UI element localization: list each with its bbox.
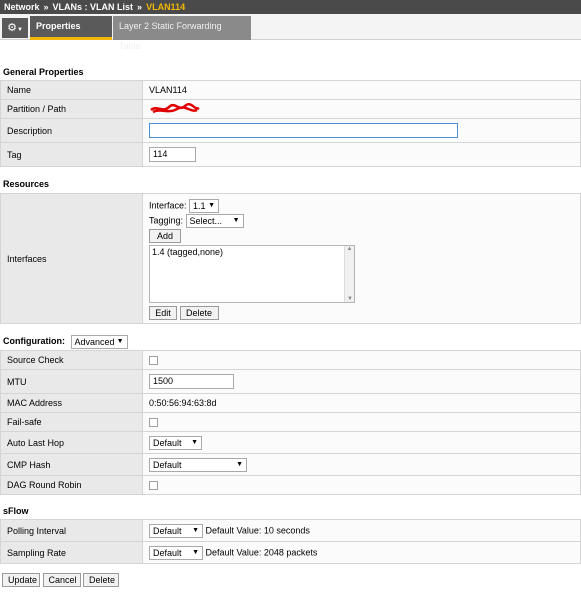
tag-label: Tag [0,142,143,167]
scroll-up-icon: ▲ [346,246,353,252]
mac-address-value: 0:50:56:94:63:8d [142,393,581,413]
description-input[interactable] [149,123,458,138]
partition-value [142,99,581,119]
partition-label: Partition / Path [0,99,143,119]
sflow-title: sFlow [3,506,29,516]
tagging-select[interactable]: Select... ▼ [185,214,244,228]
breadcrumb-separator: » [137,2,143,12]
list-scrollbar[interactable]: ▲ ▼ [344,246,354,302]
auto-last-hop-label: Auto Last Hop [0,431,143,454]
description-label: Description [0,118,143,143]
auto-last-hop-select[interactable]: Default ▼ [149,435,202,450]
mtu-label: MTU [0,369,143,394]
configuration-table: Source Check MTU 1500 MAC Address 0:50:5… [0,350,581,495]
cancel-button[interactable]: Cancel [42,573,81,587]
failsafe-checkbox[interactable] [149,418,158,428]
source-check-label: Source Check [0,350,143,370]
configuration-mode-value: Advanced [74,336,115,347]
configuration-title: Configuration: [3,336,65,346]
delete-interface-button[interactable]: Delete [179,306,219,320]
polling-interval-label: Polling Interval [0,519,143,542]
add-interface-button[interactable]: Add [149,229,181,243]
auto-last-hop-value: Default [153,437,182,448]
breadcrumb-network[interactable]: Network [4,2,40,12]
name-label: Name [0,80,143,100]
interface-select-value: 1.1 [193,201,206,211]
scroll-down-icon: ▼ [347,296,353,302]
chevron-down-icon: ▼ [191,438,198,446]
chevron-down-icon: ▼ [16,27,23,33]
general-properties-table: Name VLAN114 Partition / Path Descriptio… [0,80,581,167]
resources-table: Interfaces Interface: 1.1 ▼ Tagging: Sele… [0,193,581,324]
breadcrumb-vlans[interactable]: VLANs : VLAN List [53,2,134,12]
cmp-hash-value: Default [153,459,182,470]
interfaces-label: Interfaces [0,193,143,324]
gear-icon: ⚙ [7,22,17,34]
breadcrumb: Network» VLANs : VLAN List» VLAN114 [0,0,581,14]
tag-input[interactable]: 114 [149,147,196,162]
polling-interval-select[interactable]: Default ▼ [149,523,203,538]
sampling-rate-select[interactable]: Default ▼ [149,545,203,560]
dag-round-robin-label: DAG Round Robin [0,475,143,495]
configuration-mode-select[interactable]: Advanced ▼ [70,334,128,349]
chevron-down-icon: ▼ [232,217,240,224]
breadcrumb-separator: » [43,2,49,12]
delete-button[interactable]: Delete [83,573,120,587]
tab-properties[interactable]: Properties [30,16,112,40]
action-bar: Update Cancel Delete [2,573,120,587]
polling-interval-value: Default [153,525,182,536]
breadcrumb-current: VLAN114 [146,2,186,12]
chevron-down-icon: ▼ [208,202,216,209]
chevron-down-icon: ▼ [236,460,243,468]
update-button[interactable]: Update [2,573,40,587]
resources-title: Resources [3,179,50,189]
tab-bar: ⚙▼ Properties Layer 2 Static Forwarding … [0,14,581,51]
sflow-table: Polling Interval Default ▼ Default Value:… [0,519,581,564]
tagging-select-value: Select... [189,216,223,226]
mtu-input[interactable]: 1500 [149,374,234,389]
name-value: VLAN114 [142,80,581,100]
chevron-down-icon: ▼ [192,548,199,556]
sampling-rate-value: Default [153,547,182,558]
chevron-down-icon: ▼ [116,337,124,345]
interface-select[interactable]: 1.1 ▼ [189,199,220,213]
edit-interface-button[interactable]: Edit [149,306,177,320]
interface-label: Interface: [149,200,187,211]
redaction-scribble [150,103,200,114]
polling-interval-note: Default Value: 10 seconds [205,524,310,535]
cmp-hash-select[interactable]: Default ▼ [149,457,247,472]
cmp-hash-label: CMP Hash [0,453,143,476]
chevron-down-icon: ▼ [192,526,199,534]
tagging-label: Tagging: [149,215,184,226]
sampling-rate-note: Default Value: 2048 packets [205,546,318,557]
general-properties-title: General Properties [3,67,84,77]
source-check-checkbox[interactable] [149,356,158,366]
configuration-header: Configuration: Advanced ▼ [0,333,581,349]
sampling-rate-label: Sampling Rate [0,541,143,564]
failsafe-label: Fail-safe [0,412,143,432]
interfaces-list[interactable]: 1.4 (tagged,none) ▲ ▼ [149,245,355,303]
list-item[interactable]: 1.4 (tagged,none) [150,246,354,258]
dag-round-robin-checkbox[interactable] [149,481,158,491]
tab-layer2-forwarding[interactable]: Layer 2 Static Forwarding Table [113,16,251,51]
mac-address-label: MAC Address [0,393,143,413]
gear-menu-button[interactable]: ⚙▼ [2,18,28,38]
